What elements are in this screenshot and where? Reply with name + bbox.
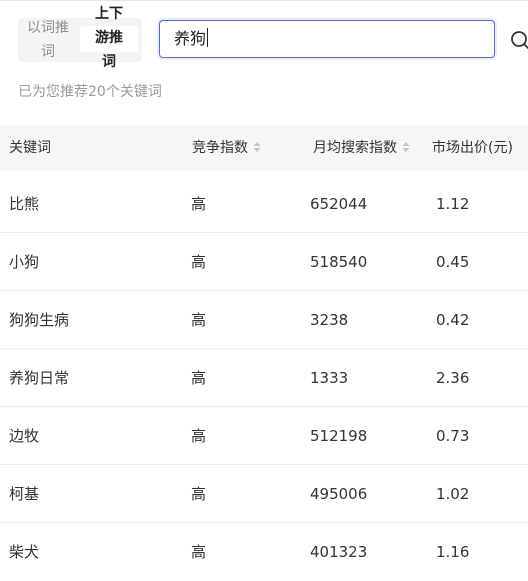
column-header-search-index[interactable]: 月均搜索指数 <box>313 125 410 171</box>
text-caret <box>207 28 209 47</box>
sort-icon[interactable] <box>253 141 261 153</box>
cell-search-index: 3238 <box>310 311 349 329</box>
table-row[interactable]: 狗狗生病 高 3238 0.42 <box>0 291 528 349</box>
cell-market-price: 0.45 <box>436 253 470 271</box>
cell-competition: 高 <box>191 369 207 387</box>
cell-market-price: 1.12 <box>436 195 470 213</box>
search-input-text: 养狗 <box>174 29 207 48</box>
mode-option-word-to-word-label: 以词推词 <box>27 20 69 60</box>
table-row[interactable]: 养狗日常 高 1333 2.36 <box>0 349 528 407</box>
mode-option-upstream-downstream[interactable]: 上下游推词 <box>80 6 138 70</box>
column-header-keyword: 关键词 <box>9 125 51 171</box>
search-button[interactable] <box>503 25 528 55</box>
cell-keyword: 小狗 <box>9 253 40 271</box>
keyword-search-field[interactable]: 养狗 <box>159 20 495 58</box>
cell-search-index: 518540 <box>310 253 368 271</box>
column-header-market-price-label: 市场出价(元) <box>432 140 513 156</box>
recommend-mode-toggle: 以词推词 上下游推词 <box>18 6 142 70</box>
cell-market-price: 1.02 <box>436 485 470 503</box>
cell-competition: 高 <box>191 195 207 213</box>
cell-market-price: 2.36 <box>436 369 470 387</box>
table-row[interactable]: 比熊 高 652044 1.12 <box>0 175 528 233</box>
table-row[interactable]: 小狗 高 518540 0.45 <box>0 233 528 291</box>
column-header-competition-label: 竞争指数 <box>192 140 248 156</box>
column-header-keyword-label: 关键词 <box>9 140 51 156</box>
cell-search-index: 495006 <box>310 485 368 503</box>
search-input-value: 养狗 <box>174 28 209 50</box>
cell-search-index: 652044 <box>310 195 368 213</box>
top-divider <box>0 0 528 1</box>
cell-keyword: 比熊 <box>9 195 40 213</box>
table-row[interactable]: 柴犬 高 401323 1.16 <box>0 523 528 581</box>
column-header-market-price[interactable]: 市场出价(元) <box>432 125 513 171</box>
cell-competition: 高 <box>191 543 207 561</box>
cell-competition: 高 <box>191 253 207 271</box>
cell-keyword: 狗狗生病 <box>9 311 70 329</box>
keyword-table-header: 关键词 竞争指数 月均搜索指数 市场出价(元) <box>0 125 528 171</box>
cell-search-index: 401323 <box>310 543 368 561</box>
cell-keyword: 柴犬 <box>9 543 40 561</box>
sort-icon[interactable] <box>402 141 410 153</box>
cell-keyword: 柯基 <box>9 485 40 503</box>
cell-search-index: 512198 <box>310 427 368 445</box>
cell-keyword: 养狗日常 <box>9 369 70 387</box>
cell-market-price: 1.16 <box>436 543 470 561</box>
recommend-count-hint: 已为您推荐20个关键词 <box>18 84 162 100</box>
cell-search-index: 1333 <box>310 369 349 387</box>
cell-competition: 高 <box>191 485 207 503</box>
cell-keyword: 边牧 <box>9 427 40 445</box>
table-row[interactable]: 柯基 高 495006 1.02 <box>0 465 528 523</box>
cell-competition: 高 <box>191 311 207 329</box>
search-icon <box>511 31 528 49</box>
cell-competition: 高 <box>191 427 207 445</box>
mode-option-word-to-word[interactable]: 以词推词 <box>26 16 70 64</box>
column-header-competition[interactable]: 竞争指数 <box>192 125 261 171</box>
table-row[interactable]: 边牧 高 512198 0.73 <box>0 407 528 465</box>
cell-market-price: 0.73 <box>436 427 470 445</box>
mode-option-upstream-downstream-label: 上下游推词 <box>95 6 123 70</box>
cell-market-price: 0.42 <box>436 311 470 329</box>
column-header-search-index-label: 月均搜索指数 <box>313 140 397 156</box>
